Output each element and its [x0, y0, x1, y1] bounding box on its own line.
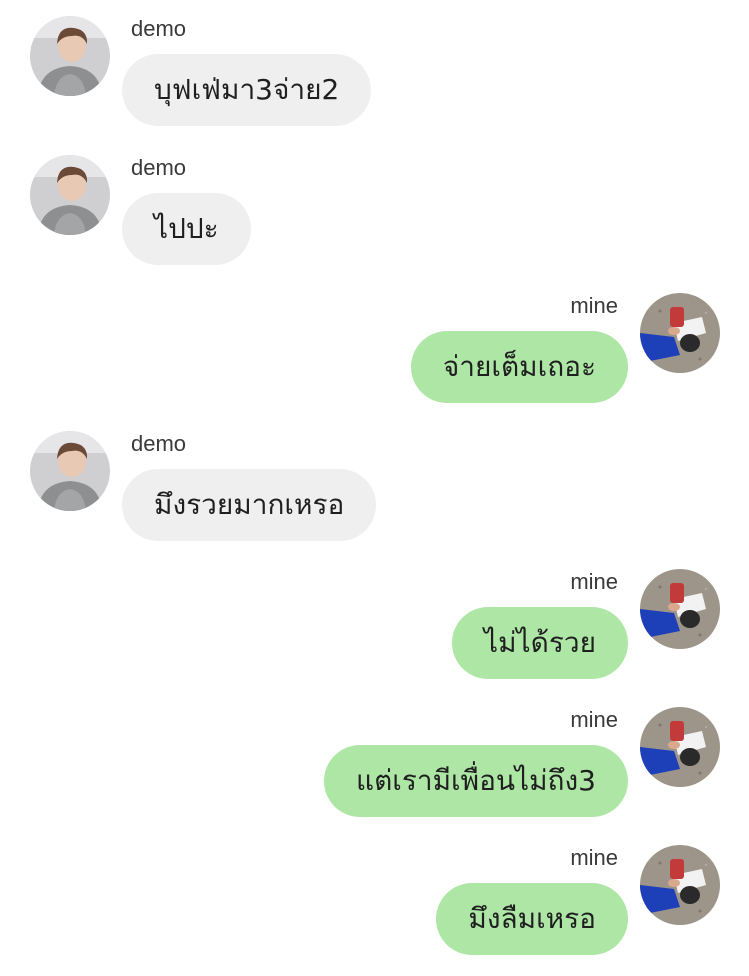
sender-name: mine	[570, 707, 618, 732]
message-bubble[interactable]: มึงรวยมากเหรอ	[122, 469, 377, 541]
message-bubble[interactable]: แต่เรามีเพื่อนไม่ถึง3	[324, 745, 628, 817]
sender-name: mine	[570, 569, 618, 594]
message-bubble[interactable]: ไม่ได้รวย	[452, 607, 628, 679]
demo-avatar[interactable]	[30, 431, 110, 511]
message-bubble[interactable]: มึงลืมเหรอ	[436, 883, 628, 955]
mine-avatar[interactable]	[640, 569, 720, 649]
sender-name: mine	[570, 293, 618, 318]
demo-avatar[interactable]	[30, 16, 110, 96]
mine-avatar[interactable]	[640, 293, 720, 373]
mine-avatar[interactable]	[640, 707, 720, 787]
sender-name: mine	[570, 845, 618, 870]
mine-avatar[interactable]	[640, 845, 720, 925]
message-bubble[interactable]: บุฟเฟ่มา3จ่าย2	[122, 54, 372, 126]
message-bubble[interactable]: จ่ายเต็มเถอะ	[410, 331, 628, 403]
demo-avatar[interactable]	[30, 155, 110, 235]
sender-name: demo	[131, 431, 187, 456]
message-bubble[interactable]: ไปปะ	[122, 193, 251, 265]
sender-name: demo	[131, 16, 187, 41]
sender-name: demo	[131, 155, 187, 180]
